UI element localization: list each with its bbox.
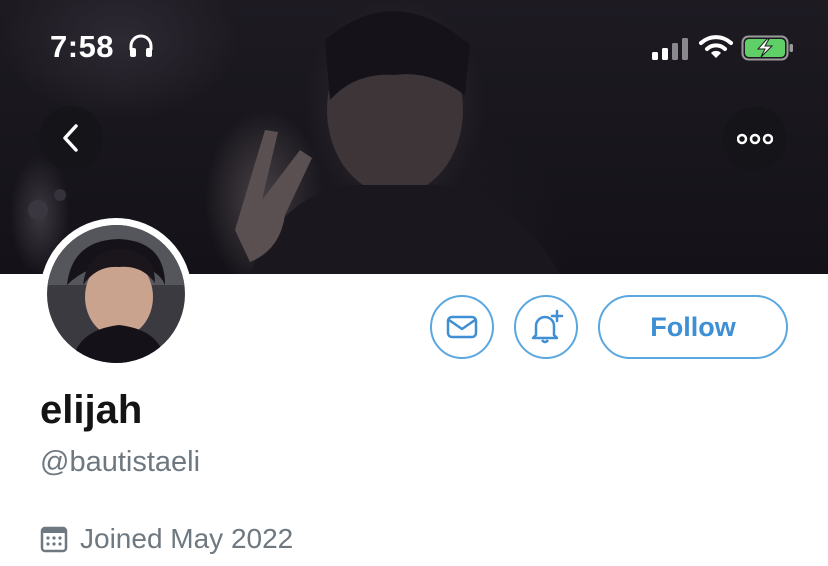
status-time: 7:58 <box>50 29 115 64</box>
message-button[interactable] <box>430 295 494 359</box>
avatar-photo <box>47 225 185 363</box>
avatar[interactable] <box>40 218 192 370</box>
battery-charging-icon <box>741 35 793 61</box>
display-name: elijah <box>40 388 143 432</box>
more-horizontal-icon <box>737 133 773 145</box>
status-bar: 7:58 <box>0 0 828 90</box>
headphones-icon <box>129 34 153 57</box>
more-options-button[interactable] <box>723 107 787 171</box>
cellular-signal-icon <box>652 38 688 60</box>
bell-plus-icon <box>531 309 564 344</box>
joined-text: Joined May 2022 <box>80 523 294 554</box>
follow-button[interactable]: Follow <box>598 295 788 359</box>
envelope-icon <box>446 315 478 339</box>
calendar-icon <box>40 526 68 553</box>
chevron-left-icon <box>63 124 78 152</box>
notifications-button[interactable] <box>514 295 578 359</box>
joined-date: Joined May 2022 <box>40 523 293 555</box>
follow-label: Follow <box>650 311 736 342</box>
wifi-icon <box>699 35 733 58</box>
username-handle: @bautistaeli <box>40 446 201 478</box>
back-button[interactable] <box>39 106 103 170</box>
